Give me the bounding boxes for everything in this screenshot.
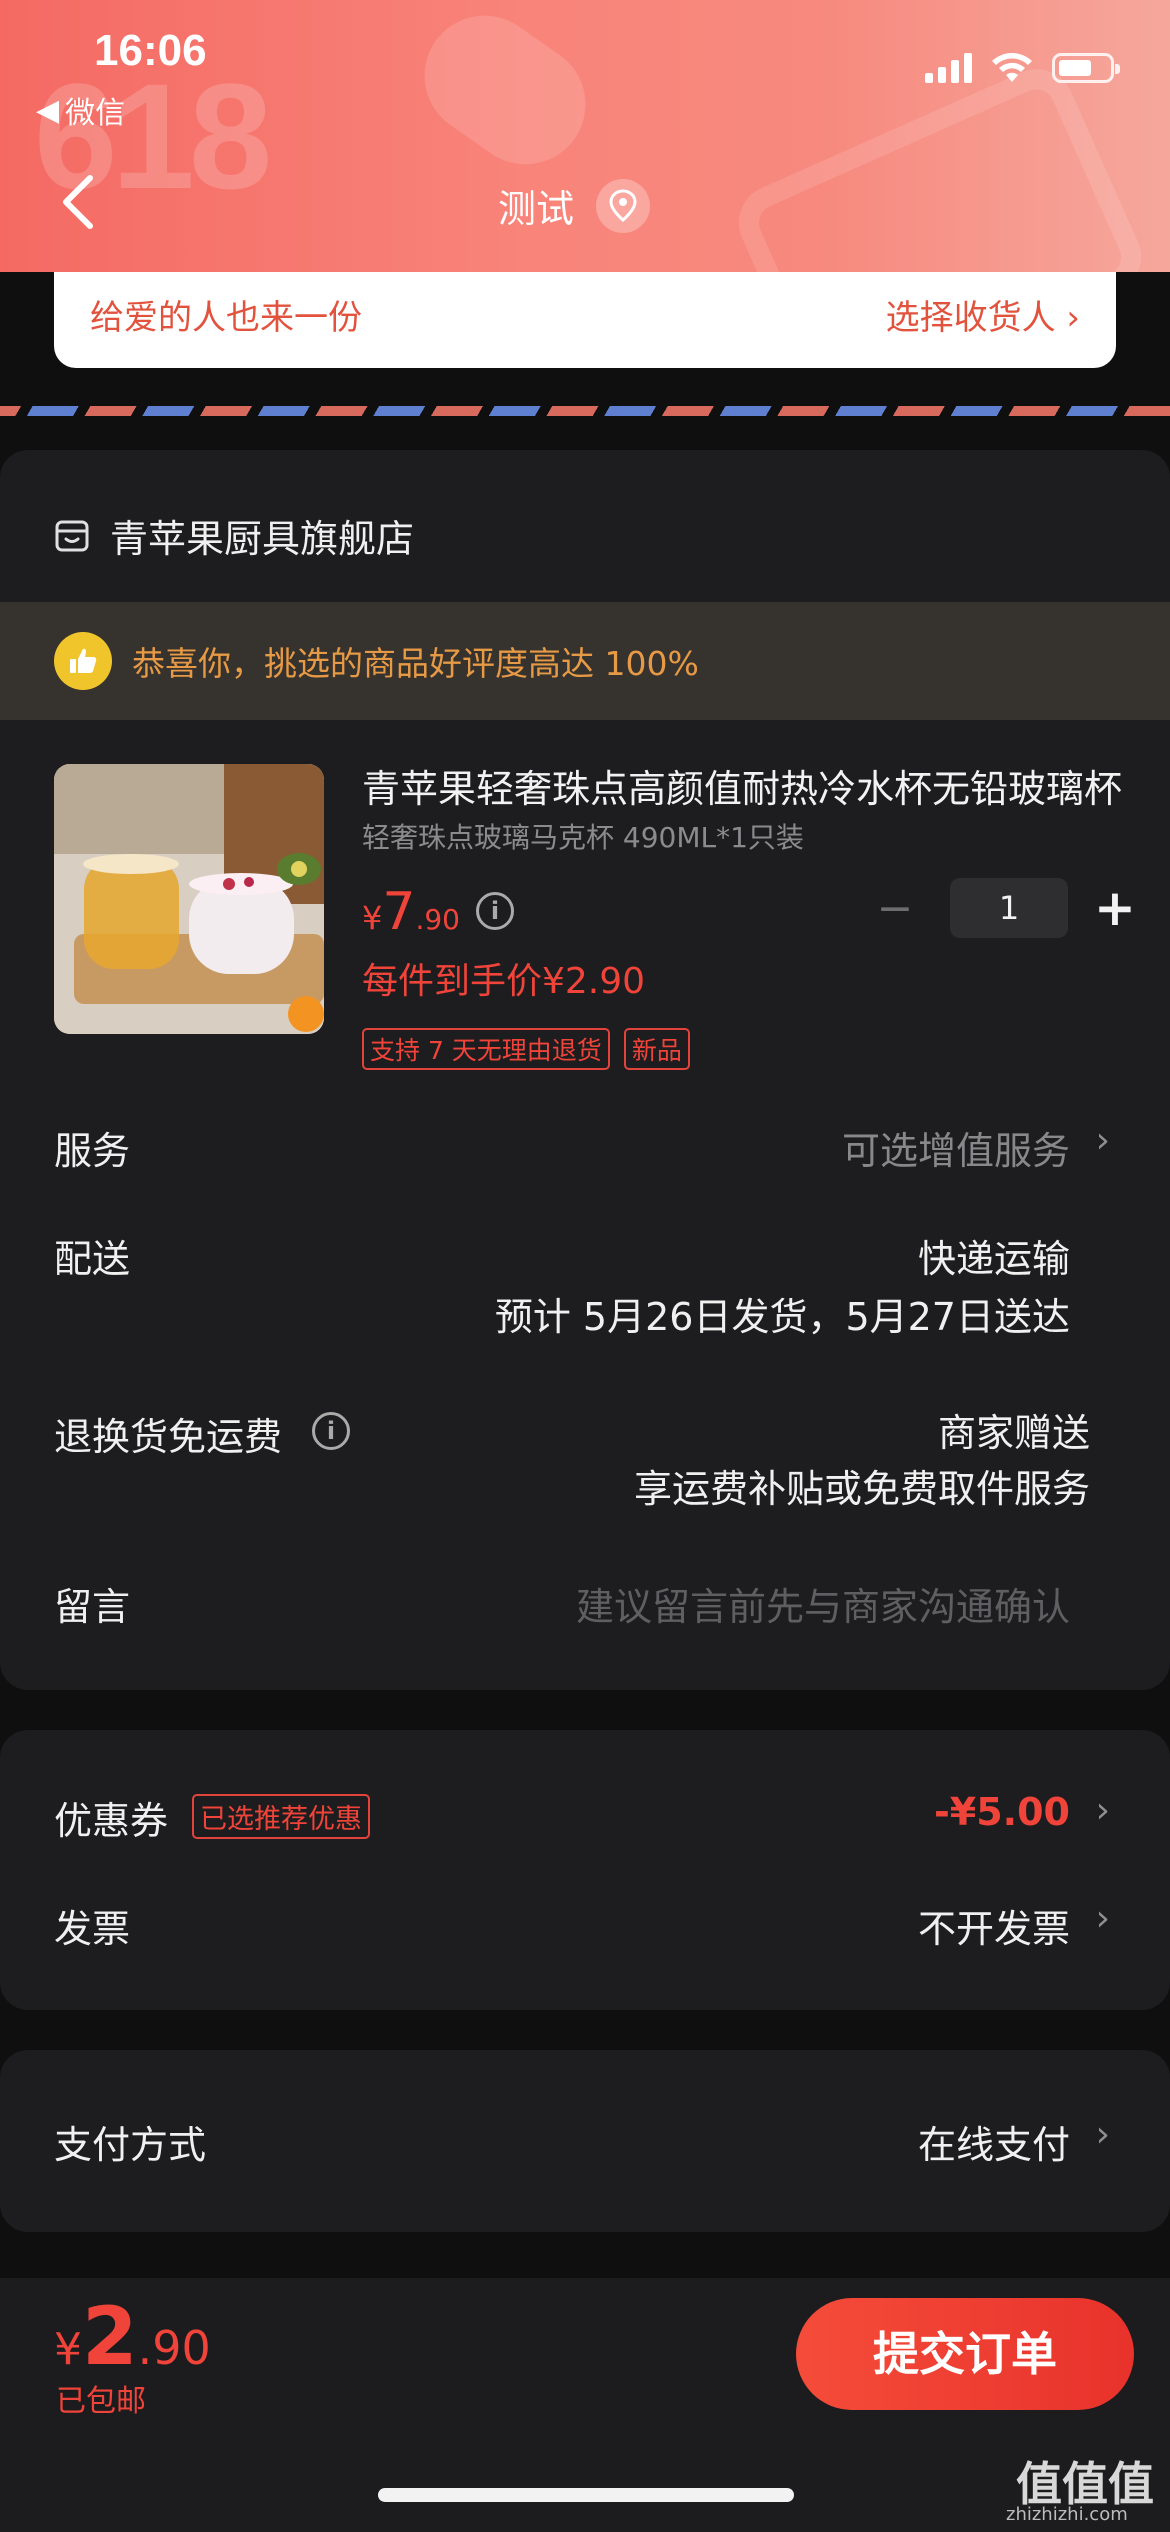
- order-card: 青苹果厨具旗舰店 恭喜你，挑选的商品好评度高达 100% 青苹果轻奢珠点高颜值耐…: [0, 450, 1170, 1690]
- total-currency: ¥: [54, 2324, 82, 2375]
- increase-button[interactable]: +: [1090, 879, 1140, 937]
- price-integer: 7: [382, 882, 416, 942]
- delivery-eta: 预计 5月26日发货，5月27日送达: [494, 1295, 1070, 1339]
- thumbs-up-icon: [54, 632, 112, 690]
- total-decimal: .90: [137, 2321, 211, 2375]
- chevron-right-icon: ›: [1066, 298, 1080, 338]
- header: 618 16:06 ◀ 微信 测试: [0, 0, 1170, 272]
- free-shipping-label: 已包邮: [56, 2384, 146, 2419]
- product-image[interactable]: [54, 764, 324, 1034]
- store-name: 青苹果厨具旗舰店: [110, 517, 415, 561]
- rating-notice-text: 恭喜你，挑选的商品好评度高达 100%: [132, 644, 699, 683]
- coupon-recommended-tag: 已选推荐优惠: [192, 1794, 370, 1839]
- service-value[interactable]: 可选增值服务: [842, 1120, 1070, 1175]
- price-decimal: .90: [415, 903, 460, 936]
- product-spec[interactable]: 轻奢珠点玻璃马克杯 490ML*1只装: [362, 816, 804, 856]
- return-info-icon[interactable]: i: [312, 1412, 350, 1450]
- product-title[interactable]: 青苹果轻奢珠点高颜值耐热冷水杯无铅玻璃杯: [362, 758, 1122, 813]
- gift-recipient-strip[interactable]: 给爱的人也来一份 选择收货人 ›: [54, 272, 1116, 368]
- note-label: 留言: [54, 1585, 131, 1629]
- nav-title: 测试: [498, 187, 575, 231]
- return-policy-tag: 支持 7 天无理由退货: [362, 1028, 610, 1070]
- decrease-button[interactable]: −: [870, 883, 920, 934]
- watermark-url: zhizhizhi.com: [1006, 2504, 1128, 2525]
- total-integer: 2: [82, 2290, 138, 2383]
- product-tags: 支持 7 天无理由退货 新品: [362, 1028, 690, 1070]
- new-product-tag: 新品: [623, 1028, 690, 1070]
- note-input[interactable]: 建议留言前先与商家沟通确认: [576, 1576, 1070, 1631]
- signal-icon: [925, 53, 972, 83]
- discount-card: 优惠券 已选推荐优惠 -¥5.00 › 发票 不开发票 ›: [0, 1730, 1170, 2010]
- delivery-label: 配送: [54, 1237, 131, 1281]
- nav-title-group[interactable]: 测试: [498, 178, 651, 233]
- return-shipping-detail: 享运费补贴或免费取件服务: [633, 1467, 1090, 1511]
- store-row[interactable]: 青苹果厨具旗舰店: [54, 508, 414, 563]
- status-icons: [925, 52, 1120, 84]
- coupon-chevron-icon[interactable]: ›: [1096, 1790, 1110, 1831]
- battery-icon: [1052, 53, 1120, 83]
- product-price: ¥ 7 .90: [362, 882, 460, 942]
- quantity-field[interactable]: 1: [950, 878, 1068, 938]
- back-to-app[interactable]: ◀ 微信: [36, 88, 125, 132]
- choose-recipient-label: 选择收货人: [885, 298, 1056, 338]
- delivery-value: 快递运输: [917, 1237, 1070, 1281]
- home-indicator[interactable]: [378, 2488, 794, 2502]
- price-currency: ¥: [362, 899, 383, 937]
- return-shipping-value: 商家赠送: [937, 1411, 1090, 1455]
- wifi-icon: [992, 53, 1032, 82]
- payment-chevron-icon[interactable]: ›: [1096, 2114, 1110, 2155]
- price-info-icon[interactable]: i: [476, 892, 514, 930]
- header-decoration-tag: [726, 57, 1154, 272]
- payment-value[interactable]: 在线支付: [918, 2114, 1070, 2169]
- submit-order-button[interactable]: 提交订单: [796, 2298, 1134, 2410]
- back-triangle-icon: ◀: [36, 92, 60, 128]
- payment-label: 支付方式: [54, 2123, 207, 2167]
- gift-prompt: 给爱的人也来一份: [90, 298, 362, 338]
- status-time: 16:06: [94, 26, 207, 75]
- per-item-price: 每件到手价¥2.90: [362, 961, 646, 1002]
- total-price: ¥ 2 .90: [54, 2290, 211, 2383]
- rating-notice: 恭喜你，挑选的商品好评度高达 100%: [0, 602, 1170, 720]
- header-decoration: [400, 0, 610, 188]
- service-chevron-icon[interactable]: ›: [1096, 1120, 1110, 1161]
- invoice-value[interactable]: 不开发票: [918, 1898, 1070, 1953]
- payment-card: 支付方式 在线支付 ›: [0, 2050, 1170, 2232]
- quantity-stepper[interactable]: − 1 +: [870, 878, 1140, 938]
- coupon-label: 优惠券: [54, 1799, 169, 1843]
- store-icon: [55, 520, 89, 551]
- choose-recipient-link[interactable]: 选择收货人 ›: [886, 290, 1080, 339]
- coupon-value[interactable]: -¥5.00: [934, 1790, 1070, 1834]
- service-label: 服务: [54, 1129, 131, 1173]
- location-pin-icon[interactable]: [596, 178, 651, 233]
- invoice-chevron-icon[interactable]: ›: [1096, 1898, 1110, 1939]
- invoice-label: 发票: [54, 1907, 131, 1951]
- return-shipping-label: 退换货免运费: [54, 1415, 283, 1459]
- back-chevron-icon[interactable]: [58, 172, 98, 232]
- airmail-border: [0, 406, 1170, 416]
- back-app-label: 微信: [65, 96, 126, 131]
